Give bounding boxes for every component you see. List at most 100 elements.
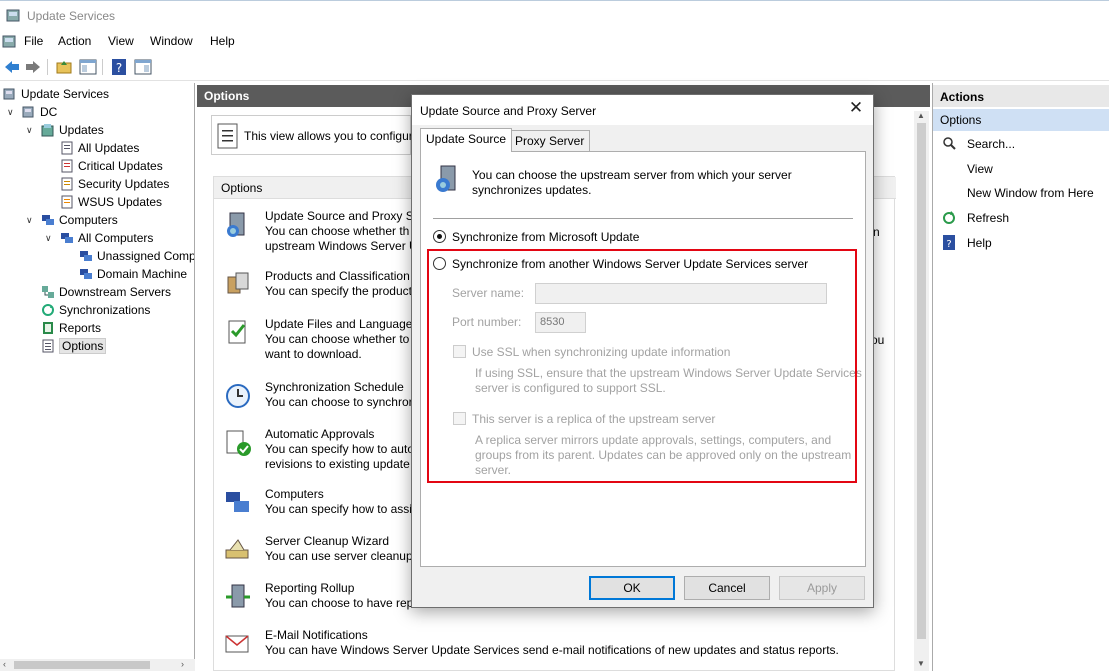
option-title: Computers bbox=[265, 487, 324, 501]
sync-schedule-icon bbox=[226, 384, 250, 408]
port-number-input[interactable]: 8530 bbox=[535, 312, 586, 333]
help-book-icon[interactable]: ? bbox=[110, 58, 128, 76]
scroll-thumb[interactable] bbox=[917, 123, 926, 639]
computers-icon bbox=[80, 251, 92, 261]
port-number-label: Port number: bbox=[452, 315, 522, 329]
use-ssl-checkbox[interactable] bbox=[453, 345, 466, 358]
collapse-caret-icon[interactable]: ∨ bbox=[7, 107, 14, 118]
replica-checkbox[interactable] bbox=[453, 412, 466, 425]
computers-icon bbox=[226, 492, 249, 512]
options-list-icon bbox=[42, 339, 54, 353]
cleanup-wizard-icon bbox=[225, 539, 249, 559]
computers-icon bbox=[61, 233, 73, 243]
ok-button[interactable]: OK bbox=[589, 576, 675, 600]
option-desc: want to download. bbox=[265, 347, 362, 361]
actions-subheader-options[interactable]: Options bbox=[933, 109, 1109, 131]
tree-node-update-services[interactable]: Update Services bbox=[3, 85, 109, 103]
sync-icon bbox=[42, 304, 54, 316]
app-menu-icon[interactable] bbox=[2, 34, 18, 50]
computers-icon bbox=[42, 215, 54, 225]
use-ssl-label[interactable]: Use SSL when synchronizing update inform… bbox=[472, 345, 730, 359]
option-title: E-Mail Notifications bbox=[265, 628, 368, 642]
scroll-down-icon[interactable]: ▼ bbox=[917, 659, 925, 668]
option-desc: revisions to existing update bbox=[265, 457, 410, 471]
tree-node-all-updates[interactable]: All Updates bbox=[60, 139, 139, 157]
update-list-icon bbox=[61, 195, 73, 209]
update-source-icon bbox=[227, 212, 245, 237]
action-new-window[interactable]: New Window from Here bbox=[967, 186, 1094, 200]
scroll-right-icon[interactable]: › bbox=[181, 659, 184, 669]
tree-horizontal-scrollbar[interactable]: ‹ › bbox=[0, 659, 195, 671]
tree-node-all-computers[interactable]: All Computers bbox=[60, 229, 153, 247]
radio-wsus-server-label[interactable]: Synchronize from another Windows Server … bbox=[452, 257, 808, 271]
tab-proxy-server[interactable]: Proxy Server bbox=[509, 130, 591, 152]
option-desc: You can use server cleanup bbox=[265, 549, 413, 563]
apply-button[interactable]: Apply bbox=[779, 576, 865, 600]
action-search[interactable]: Search... bbox=[967, 137, 1015, 151]
tree-node-reports[interactable]: Reports bbox=[41, 319, 101, 337]
tree-node-security-updates[interactable]: Security Updates bbox=[60, 175, 169, 193]
menu-action[interactable]: Action bbox=[58, 34, 91, 48]
tree-node-dc[interactable]: DC bbox=[22, 103, 57, 121]
option-title: Synchronization Schedule bbox=[265, 380, 404, 394]
update-source-dialog: Update Source and Proxy Server ✕ Update … bbox=[411, 94, 874, 608]
back-arrow-icon[interactable] bbox=[3, 58, 21, 76]
option-desc: You can specify how to assi bbox=[265, 502, 412, 516]
toolbar: ? bbox=[0, 53, 1109, 81]
collapse-caret-icon[interactable]: ∨ bbox=[26, 215, 33, 226]
search-icon bbox=[943, 137, 956, 150]
tab-update-source[interactable]: Update Source bbox=[420, 128, 513, 152]
console-tree: Update Services ∨ DC ∨ Updates All Updat… bbox=[0, 83, 195, 671]
tree-node-options[interactable]: Options bbox=[41, 337, 107, 355]
up-folder-icon[interactable] bbox=[55, 58, 73, 76]
tree-node-unassigned-computers[interactable]: Unassigned Comp bbox=[79, 247, 194, 265]
svg-text:?: ? bbox=[946, 239, 951, 250]
radio-wsus-server[interactable] bbox=[433, 257, 446, 270]
action-help[interactable]: Help bbox=[967, 236, 992, 250]
option-title: Update Source and Proxy Se bbox=[265, 209, 421, 223]
replica-label[interactable]: This server is a replica of the upstream… bbox=[472, 412, 715, 426]
tree-node-domain-machines[interactable]: Domain Machine bbox=[79, 265, 187, 283]
toolbar-separator bbox=[47, 59, 48, 75]
actions-pane: Actions Options Search... View New Windo… bbox=[932, 83, 1109, 671]
server-name-label: Server name: bbox=[452, 286, 525, 300]
tree-node-downstream-servers[interactable]: Downstream Servers bbox=[41, 283, 171, 301]
action-refresh[interactable]: Refresh bbox=[967, 211, 1009, 225]
tree-node-computers[interactable]: Computers bbox=[41, 211, 118, 229]
collapse-caret-icon[interactable]: ∨ bbox=[45, 233, 52, 244]
replica-note: A replica server mirrors update approval… bbox=[475, 433, 852, 477]
scroll-thumb[interactable] bbox=[14, 661, 150, 669]
refresh-icon bbox=[943, 211, 955, 224]
forward-arrow-icon[interactable] bbox=[24, 58, 42, 76]
close-icon[interactable]: ✕ bbox=[848, 99, 864, 116]
collapse-caret-icon[interactable]: ∨ bbox=[26, 125, 33, 136]
tree-node-critical-updates[interactable]: Critical Updates bbox=[60, 157, 163, 175]
ssl-note: If using SSL, ensure that the upstream W… bbox=[475, 366, 862, 395]
updates-folder-icon bbox=[41, 124, 54, 137]
server-name-input[interactable] bbox=[535, 283, 827, 304]
scroll-up-icon[interactable]: ▲ bbox=[917, 111, 925, 120]
menu-bar: File Action View Window Help bbox=[0, 30, 1109, 53]
menu-help[interactable]: Help bbox=[210, 34, 235, 48]
action-view[interactable]: View bbox=[967, 162, 993, 176]
tree-node-synchronizations[interactable]: Synchronizations bbox=[41, 301, 150, 319]
menu-file[interactable]: File bbox=[24, 34, 43, 48]
tree-node-updates[interactable]: Updates bbox=[41, 121, 104, 139]
cancel-button[interactable]: Cancel bbox=[684, 576, 770, 600]
option-desc: upstream Windows Server U bbox=[265, 239, 418, 253]
results-vertical-scrollbar[interactable]: ▲ ▼ bbox=[914, 111, 929, 671]
radio-microsoft-update[interactable] bbox=[433, 230, 446, 243]
show-hide-tree-icon[interactable] bbox=[79, 58, 97, 76]
dialog-intro: You can choose the upstream server from … bbox=[472, 168, 792, 197]
menu-view[interactable]: View bbox=[108, 34, 134, 48]
option-desc: You can choose to synchror bbox=[265, 395, 413, 409]
scroll-left-icon[interactable]: ‹ bbox=[3, 659, 6, 669]
title-bar: Update Services bbox=[0, 0, 1109, 30]
radio-microsoft-update-label[interactable]: Synchronize from Microsoft Update bbox=[452, 230, 639, 244]
update-list-icon bbox=[61, 141, 73, 155]
tree-node-wsus-updates[interactable]: WSUS Updates bbox=[60, 193, 162, 211]
document-list-icon bbox=[217, 123, 238, 149]
option-title: Update Files and Languages bbox=[265, 317, 419, 331]
menu-window[interactable]: Window bbox=[150, 34, 193, 48]
show-action-pane-icon[interactable] bbox=[134, 58, 152, 76]
